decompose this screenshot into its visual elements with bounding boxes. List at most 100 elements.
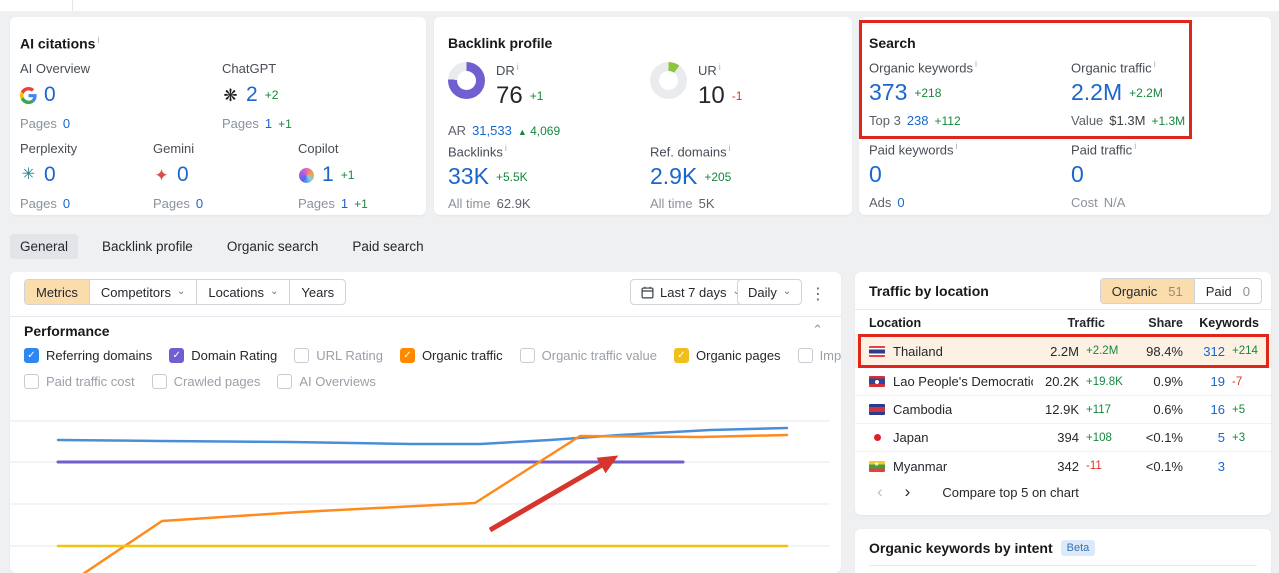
backlinks-diff: +5.5K xyxy=(495,169,528,184)
location-row-thailand[interactable]: Thailand 2.2M +2.2M 98.4% 312 +214 xyxy=(855,334,1271,368)
metrics-segment[interactable]: Metrics xyxy=(25,280,90,304)
competitors-segment[interactable]: Competitors ⌄ xyxy=(90,280,198,304)
metric-label: Organic traffic xyxy=(421,348,503,363)
table-footer: ‹ › Compare top 5 on chart xyxy=(855,482,1271,502)
metric-label: Organic pages xyxy=(696,348,781,363)
ads-value[interactable]: 0 xyxy=(897,195,904,210)
stat-value: 0 xyxy=(44,83,56,106)
paid-keywords-value[interactable]: 0 xyxy=(869,161,882,188)
metric-checkbox-url-rating[interactable]: ✓ URL Rating xyxy=(294,348,383,363)
col-share[interactable]: Share xyxy=(1105,316,1183,330)
metric-checkbox-domain-rating[interactable]: ✓ Domain Rating xyxy=(169,348,277,363)
keywords-value[interactable]: 5 xyxy=(1183,430,1225,445)
panel-divider xyxy=(10,316,841,317)
organic-keywords-diff: +218 xyxy=(914,85,942,100)
organic-traffic-value[interactable]: 2.2M xyxy=(1071,79,1122,106)
share-value: <0.1% xyxy=(1145,430,1183,445)
metric-checkbox-organic-traffic[interactable]: ✓ Organic traffic xyxy=(399,348,503,363)
col-keywords[interactable]: Keywords xyxy=(1183,316,1259,330)
metric-checkbox-organic-pages[interactable]: ✓ Organic pages xyxy=(674,348,781,363)
metric-checkbox-impressions[interactable]: ✓ Impressions xyxy=(797,348,841,363)
col-traffic[interactable]: Traffic xyxy=(1033,316,1105,330)
kebab-menu-icon[interactable]: ⋮ xyxy=(810,284,826,304)
metric-checkbox-referring-domains[interactable]: ✓ Referring domains xyxy=(24,348,152,363)
paid-toggle[interactable]: Paid 0 xyxy=(1195,279,1261,303)
stat-diff: +2 xyxy=(264,88,279,102)
location-row-myanmar[interactable]: Myanmar 342 -11 <0.1% 3 xyxy=(855,452,1271,480)
organic-toggle[interactable]: Organic 51 xyxy=(1100,279,1195,303)
pages-value[interactable]: 1 xyxy=(265,116,272,131)
prev-page-icon[interactable]: ‹ xyxy=(877,482,883,502)
info-icon: i xyxy=(1134,141,1137,151)
next-page-icon[interactable]: › xyxy=(905,482,911,502)
compare-top5-link[interactable]: Compare top 5 on chart xyxy=(942,485,1079,500)
country-name: Myanmar xyxy=(893,458,948,474)
myanmar-flag-icon xyxy=(869,460,885,472)
card-divider xyxy=(869,565,1257,566)
stat-label: AI Overview xyxy=(20,61,91,76)
organic-keywords-value[interactable]: 373 xyxy=(869,79,907,106)
metric-checkbox-paid-traffic-cost[interactable]: ✓ Paid traffic cost xyxy=(24,374,135,389)
pages-value[interactable]: 1 xyxy=(341,196,348,211)
country-name: Thailand xyxy=(893,343,943,359)
paid-traffic-value[interactable]: 0 xyxy=(1071,161,1084,188)
years-segment[interactable]: Years xyxy=(290,280,345,304)
traffic-value: 12.9K xyxy=(1045,402,1079,417)
beta-badge: Beta xyxy=(1060,540,1096,556)
stat-value: 0 xyxy=(177,163,189,186)
metric-label: Organic traffic value xyxy=(541,348,657,363)
location-row-japan[interactable]: Japan 394 +108 <0.1% 5 +3 xyxy=(855,424,1271,452)
openai-icon: ❋ xyxy=(223,85,238,105)
ur-diff: -1 xyxy=(731,89,743,104)
search-card: Search Organic keywords i 373 +218 Top 3 23… xyxy=(859,17,1271,215)
keywords-diff: +3 xyxy=(1232,431,1246,444)
locations-segment[interactable]: Locations ⌄ xyxy=(197,280,291,304)
ar-stat: AR 31,533 ▲ 4,069 xyxy=(448,123,561,138)
pages-value[interactable]: 0 xyxy=(196,196,203,211)
tab-paid-search[interactable]: Paid search xyxy=(342,234,433,259)
date-range-button[interactable]: Last 7 days⌄ xyxy=(630,279,752,305)
keywords-value[interactable]: 19 xyxy=(1183,374,1225,389)
metric-toggles-row-2: ✓ Paid traffic cost ✓ Crawled pages ✓ AI Ov… xyxy=(24,374,376,389)
collapse-chevron-icon[interactable]: ⌃ xyxy=(812,322,823,338)
top3-value[interactable]: 238 xyxy=(907,113,929,128)
keywords-value[interactable]: 3 xyxy=(1183,459,1225,474)
pages-value[interactable]: 0 xyxy=(63,116,70,131)
keywords-value[interactable]: 16 xyxy=(1183,402,1225,417)
location-row-cambodia[interactable]: Cambodia 12.9K +117 0.6% 16 +5 xyxy=(855,396,1271,424)
metric-checkbox-crawled-pages[interactable]: ✓ Crawled pages xyxy=(151,374,260,389)
dr-diff: +1 xyxy=(529,89,544,104)
metric-checkbox-ai-overviews[interactable]: ✓ AI Overviews xyxy=(277,374,376,389)
google-icon xyxy=(20,86,37,104)
info-icon: i xyxy=(718,62,721,72)
info-icon: i xyxy=(516,62,519,72)
ar-value[interactable]: 31,533 xyxy=(472,123,512,138)
japan-flag-icon xyxy=(869,432,885,443)
info-icon: i xyxy=(504,143,507,153)
paid-keywords-stat: Paid keywords i 0 Ads 0 xyxy=(869,141,958,211)
ref-domains-value[interactable]: 2.9K xyxy=(650,163,697,190)
tab-organic-search[interactable]: Organic search xyxy=(217,234,329,259)
backlinks-value[interactable]: 33K xyxy=(448,163,489,190)
pages-value[interactable]: 0 xyxy=(63,196,70,211)
traffic-value: 394 xyxy=(1057,430,1079,445)
col-location[interactable]: Location xyxy=(869,316,1033,330)
performance-panel: Metrics Competitors ⌄ Locations ⌄ Years La… xyxy=(10,272,841,573)
tab-backlink-profile[interactable]: Backlink profile xyxy=(92,234,203,259)
traffic-by-location-title: Traffic by location xyxy=(869,283,989,299)
pages-label: Pages xyxy=(153,196,190,211)
stat-value: 0 xyxy=(44,163,56,186)
tab-general[interactable]: General xyxy=(10,234,79,259)
metric-checkbox-organic-traffic-value[interactable]: ✓ Organic traffic value xyxy=(519,348,657,363)
info-icon: i xyxy=(728,143,731,153)
ur-stat: UR i 10 -1 xyxy=(650,62,742,110)
info-icon: i xyxy=(97,35,100,45)
ai-citations-title: AI citations i xyxy=(20,35,100,52)
calendar-icon xyxy=(641,286,654,299)
top3-diff: +112 xyxy=(934,113,961,128)
location-row-laos[interactable]: Lao People's Democratic Reput 20.2K +19.… xyxy=(855,368,1271,396)
info-icon: i xyxy=(975,59,978,69)
backlinks-alltime: 62.9K xyxy=(496,196,531,212)
keywords-value[interactable]: 312 xyxy=(1183,344,1225,359)
granularity-button[interactable]: Daily ⌄ xyxy=(737,279,803,305)
